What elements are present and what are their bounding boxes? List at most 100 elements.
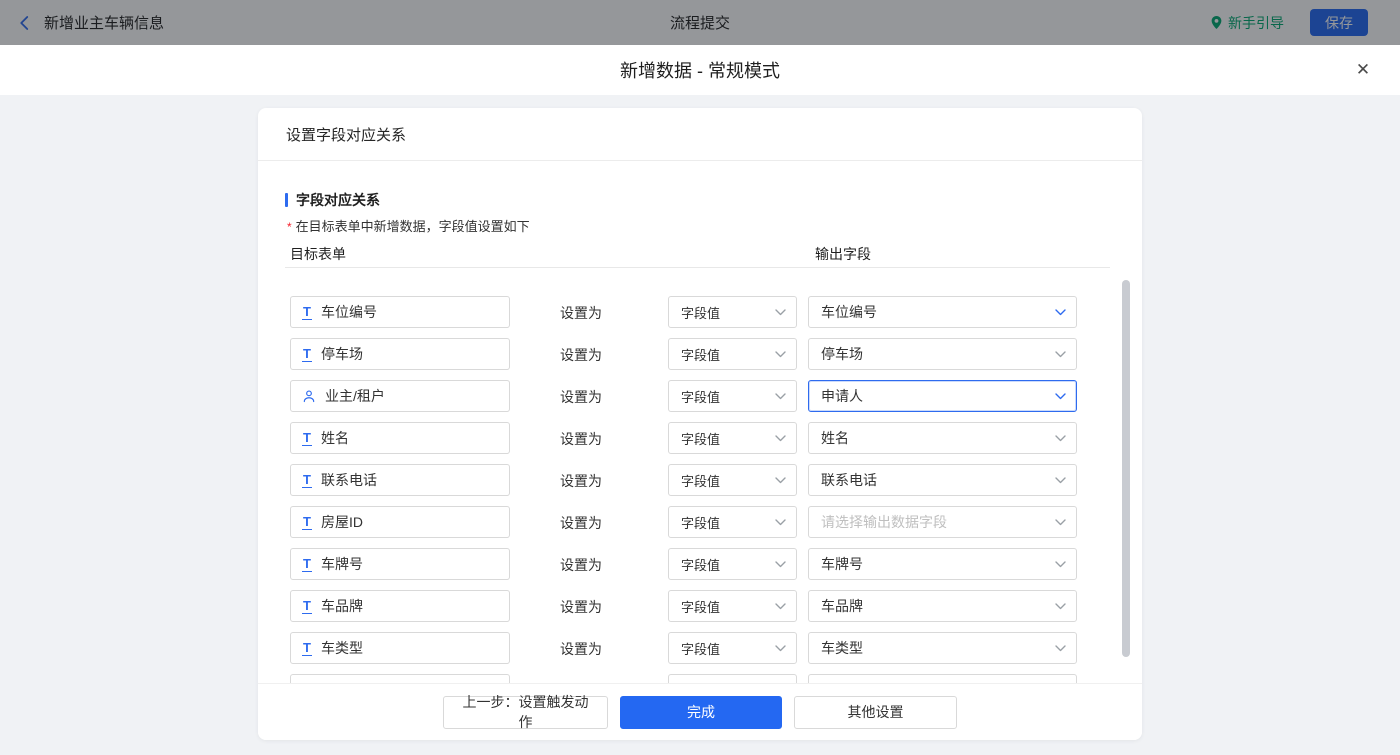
output-field-label: 车位编号 bbox=[821, 302, 877, 322]
chevron-down-icon bbox=[775, 435, 786, 442]
value-type-select[interactable]: 字段值 bbox=[668, 548, 797, 580]
scrollbar[interactable] bbox=[1122, 280, 1130, 657]
target-field-label: 车牌号 bbox=[321, 554, 363, 574]
chevron-down-icon bbox=[775, 603, 786, 610]
output-field-select[interactable]: 车位编号 bbox=[808, 296, 1077, 328]
output-field-select[interactable]: 车品牌 bbox=[808, 590, 1077, 622]
other-settings-button[interactable]: 其他设置 bbox=[794, 696, 957, 729]
output-field-select[interactable]: 姓名 bbox=[808, 422, 1077, 454]
value-type-label: 字段值 bbox=[681, 555, 720, 574]
column-header-output: 输出字段 bbox=[815, 244, 871, 264]
chevron-down-icon bbox=[1055, 309, 1066, 316]
mapping-row: T 联系电话 设置为 字段值 联系电话 bbox=[258, 464, 1142, 496]
value-type-select[interactable]: 字段值 bbox=[668, 296, 797, 328]
section-title: 字段对应关系 bbox=[285, 190, 380, 210]
set-as-label: 设置为 bbox=[560, 513, 602, 533]
card-header-title: 设置字段对应关系 bbox=[258, 108, 1142, 161]
done-button[interactable]: 完成 bbox=[620, 696, 782, 729]
value-type-label: 字段值 bbox=[681, 345, 720, 364]
value-type-select[interactable]: 字段值 bbox=[668, 380, 797, 412]
target-field-input[interactable]: T 姓名 bbox=[290, 422, 510, 454]
close-icon[interactable]: ✕ bbox=[1352, 59, 1374, 81]
chevron-down-icon bbox=[775, 519, 786, 526]
previous-step-button[interactable]: 上一步：设置触发动作 bbox=[443, 696, 608, 729]
value-type-label: 字段值 bbox=[681, 471, 720, 490]
mapping-list: T 车位编号 设置为 字段值 车位编号 T bbox=[258, 280, 1142, 683]
chevron-down-icon bbox=[775, 309, 786, 316]
text-field-icon: T bbox=[302, 557, 312, 572]
target-field-input[interactable]: T 车牌号 bbox=[290, 548, 510, 580]
chevron-down-icon bbox=[1055, 351, 1066, 358]
output-field-select[interactable]: 车类型 bbox=[808, 632, 1077, 664]
output-field-select[interactable]: 停车场 bbox=[808, 338, 1077, 370]
section-title-label: 字段对应关系 bbox=[296, 190, 380, 210]
value-type-label: 字段值 bbox=[681, 639, 720, 658]
chevron-down-icon bbox=[1055, 645, 1066, 652]
required-mark: * bbox=[287, 220, 292, 234]
set-as-label: 设置为 bbox=[560, 303, 602, 323]
chevron-left-icon bbox=[16, 14, 34, 32]
back-button[interactable] bbox=[16, 14, 34, 32]
value-type-select[interactable]: 字段值 bbox=[668, 590, 797, 622]
chevron-down-icon bbox=[775, 561, 786, 568]
target-field-input[interactable]: T 车品牌 bbox=[290, 590, 510, 622]
value-type-select[interactable]: 字段值 bbox=[668, 422, 797, 454]
chevron-down-icon bbox=[1055, 603, 1066, 610]
value-type-label: 字段值 bbox=[681, 303, 720, 322]
output-field-select[interactable]: 联系电话 bbox=[808, 464, 1077, 496]
flow-title: 新增业主车辆信息 bbox=[44, 12, 164, 33]
output-field-label: 车牌号 bbox=[821, 554, 863, 574]
map-pin-icon bbox=[1210, 15, 1223, 30]
mapping-row: T 业主/租户 设置为 字段值 申请人 bbox=[258, 380, 1142, 412]
mapping-row: T 姓名 设置为 字段值 姓名 bbox=[258, 422, 1142, 454]
target-field-input[interactable]: T 业主/租户 bbox=[290, 380, 510, 412]
topbar: 新增业主车辆信息 流程提交 新手引导 保存 bbox=[0, 0, 1400, 45]
target-field-label: 房屋ID bbox=[321, 512, 363, 532]
chevron-down-icon bbox=[775, 351, 786, 358]
text-field-icon: T bbox=[302, 473, 312, 488]
value-type-label: 字段值 bbox=[681, 597, 720, 616]
beginner-guide-link[interactable]: 新手引导 bbox=[1210, 13, 1284, 33]
set-as-label: 设置为 bbox=[560, 387, 602, 407]
output-field-label: 停车场 bbox=[821, 344, 863, 364]
target-field-input[interactable]: T 房屋ID bbox=[290, 506, 510, 538]
value-type-select[interactable]: 字段值 bbox=[668, 632, 797, 664]
output-field-select[interactable]: 车牌号 bbox=[808, 548, 1077, 580]
topbar-center-title: 流程提交 bbox=[0, 12, 1400, 33]
text-field-icon: T bbox=[302, 599, 312, 614]
user-icon bbox=[302, 389, 316, 403]
target-field-input[interactable]: T 车类型 bbox=[290, 632, 510, 664]
target-field-label: 车品牌 bbox=[321, 596, 363, 616]
chevron-down-icon bbox=[775, 393, 786, 400]
value-type-label: 字段值 bbox=[681, 429, 720, 448]
output-field-label: 姓名 bbox=[821, 428, 849, 448]
target-field-input[interactable]: T 车位编号 bbox=[290, 296, 510, 328]
text-field-icon: T bbox=[302, 347, 312, 362]
value-type-select[interactable]: 字段值 bbox=[668, 338, 797, 370]
output-field-select[interactable]: 请选择输出数据字段 bbox=[808, 506, 1077, 538]
set-as-label: 设置为 bbox=[560, 345, 602, 365]
target-field-input[interactable]: T 停车场 bbox=[290, 338, 510, 370]
target-field-label: 业主/租户 bbox=[325, 386, 385, 406]
value-type-select[interactable] bbox=[668, 674, 797, 683]
column-divider bbox=[285, 267, 1110, 268]
target-field-input[interactable]: T 联系电话 bbox=[290, 464, 510, 496]
chevron-down-icon bbox=[1055, 477, 1066, 484]
target-field-input[interactable]: T bbox=[290, 674, 510, 683]
set-as-label: 设置为 bbox=[560, 597, 602, 617]
value-type-select[interactable]: 字段值 bbox=[668, 506, 797, 538]
mapping-row: T 房屋ID 设置为 字段值 请选择输出数据字段 bbox=[258, 506, 1142, 538]
save-button[interactable]: 保存 bbox=[1310, 9, 1368, 36]
output-field-label: 联系电话 bbox=[821, 470, 877, 490]
mapping-row: T 车牌号 设置为 字段值 车牌号 bbox=[258, 548, 1142, 580]
chevron-down-icon bbox=[1055, 435, 1066, 442]
output-field-select[interactable] bbox=[808, 674, 1077, 683]
note-text: 在目标表单中新增数据，字段值设置如下 bbox=[296, 219, 530, 234]
field-mapping-card: 设置字段对应关系 字段对应关系 *在目标表单中新增数据，字段值设置如下 目标表单… bbox=[258, 108, 1142, 740]
value-type-label: 字段值 bbox=[681, 513, 720, 532]
mapping-note: * 在目标表单中新增数据，字段值设置如下 bbox=[287, 216, 530, 235]
output-field-select[interactable]: 申请人 bbox=[808, 380, 1077, 412]
text-field-icon: T bbox=[302, 515, 312, 530]
set-as-label: 设置为 bbox=[560, 555, 602, 575]
value-type-select[interactable]: 字段值 bbox=[668, 464, 797, 496]
